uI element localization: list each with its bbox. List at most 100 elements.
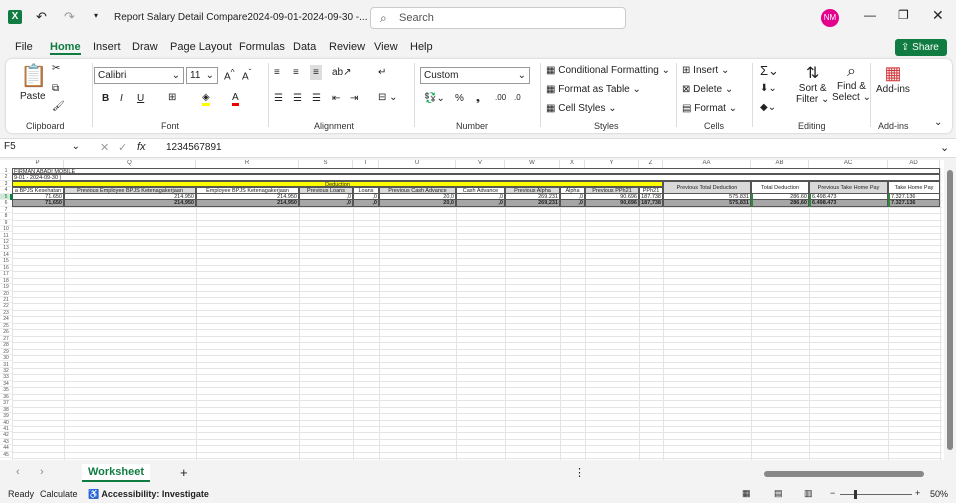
redo-icon[interactable]: ↷ bbox=[64, 9, 75, 25]
selected-cell[interactable] bbox=[10, 193, 13, 201]
zoom-level[interactable]: 50% bbox=[930, 489, 948, 499]
total-cell[interactable]: 575,831 bbox=[663, 200, 751, 207]
italic-button[interactable]: I bbox=[120, 93, 123, 104]
align-middle-icon[interactable]: ≡ bbox=[293, 67, 299, 78]
decrease-decimal-icon[interactable]: .0 bbox=[514, 93, 521, 102]
column-header[interactable]: T bbox=[353, 160, 379, 168]
tab-draw[interactable]: Draw bbox=[132, 41, 158, 53]
fill-icon[interactable]: ⬇⌄ bbox=[760, 83, 777, 94]
align-top-icon[interactable]: ≡ bbox=[274, 67, 280, 78]
wrap-text-icon[interactable]: ↵ bbox=[378, 67, 386, 78]
comma-style-icon[interactable]: ❟ bbox=[476, 93, 480, 104]
tab-formulas[interactable]: Formulas bbox=[239, 41, 285, 53]
font-size-select[interactable]: 11 ⌄ bbox=[186, 67, 218, 84]
tab-file[interactable]: File bbox=[15, 41, 33, 53]
cancel-icon[interactable]: ✕ bbox=[100, 141, 109, 154]
total-cell[interactable]: ,0 bbox=[299, 200, 353, 207]
sort-filter-button[interactable]: ⇅ Sort & Filter ⌄ bbox=[796, 63, 829, 105]
tab-page-layout[interactable]: Page Layout bbox=[170, 41, 232, 53]
restore-button[interactable]: ❐ bbox=[898, 8, 909, 22]
increase-decimal-icon[interactable]: .00 bbox=[495, 93, 506, 102]
find-select-button[interactable]: ⌕ Find & Select ⌄ bbox=[832, 63, 871, 103]
number-format-select[interactable]: Custom ⌄ bbox=[420, 67, 530, 84]
copy-icon[interactable]: ⧉ bbox=[52, 83, 59, 94]
total-cell[interactable]: ,0 bbox=[456, 200, 505, 207]
total-cell[interactable]: 269,231 bbox=[505, 200, 560, 207]
formula-input[interactable]: 1234567891 bbox=[166, 142, 222, 153]
tab-view[interactable]: View bbox=[374, 41, 398, 53]
total-cell[interactable]: 71,650 bbox=[12, 200, 64, 207]
total-cell[interactable]: 6.498.473 bbox=[809, 200, 888, 207]
font-color-icon[interactable]: A bbox=[232, 92, 239, 106]
expand-formula-icon[interactable]: ⌄ bbox=[940, 141, 949, 154]
borders-icon[interactable]: ⊞ bbox=[168, 92, 176, 103]
paste-icon[interactable]: 📋 bbox=[20, 63, 47, 89]
column-header-cell[interactable]: Take Home Pay bbox=[888, 180, 940, 194]
zoom-out-button[interactable]: − bbox=[830, 488, 835, 498]
align-center-icon[interactable]: ☰ bbox=[293, 93, 302, 104]
add-sheet-button[interactable]: + bbox=[180, 465, 188, 480]
column-header[interactable]: Q bbox=[64, 160, 196, 168]
decrease-indent-icon[interactable]: ⇤ bbox=[332, 93, 340, 104]
enter-icon[interactable]: ✓ bbox=[118, 141, 127, 154]
prev-sheet-icon[interactable]: ‹ bbox=[16, 466, 20, 478]
column-header[interactable]: P bbox=[12, 160, 64, 168]
increase-indent-icon[interactable]: ⇥ bbox=[350, 93, 358, 104]
minimize-button[interactable]: — bbox=[864, 8, 876, 22]
total-cell[interactable]: ,0 bbox=[560, 200, 585, 207]
vertical-scroll-thumb[interactable] bbox=[947, 170, 953, 450]
format-cells-button[interactable]: ▤ Format ⌄ bbox=[682, 103, 737, 114]
cell-styles-button[interactable]: ▦ Cell Styles ⌄ bbox=[546, 103, 617, 114]
paste-button[interactable]: Paste bbox=[20, 91, 46, 102]
align-bottom-icon[interactable]: ≡ bbox=[310, 65, 322, 80]
insert-function-button[interactable]: fx bbox=[137, 141, 146, 153]
insert-cells-button[interactable]: ⊞ Insert ⌄ bbox=[682, 65, 729, 76]
total-cell[interactable]: 214,950 bbox=[64, 200, 196, 207]
column-header[interactable]: AB bbox=[751, 160, 809, 168]
worksheet-grid[interactable]: P Q R S T U V W X Y Z AA AB AC AD 1 2 3 4 5 6 7 8 9 10 11 12 13 14 15… bbox=[0, 160, 944, 460]
accounting-format-icon[interactable]: 💱⌄ bbox=[424, 93, 445, 104]
column-header[interactable]: W bbox=[505, 160, 560, 168]
search-input[interactable]: ⌕ Search bbox=[370, 7, 626, 29]
tab-home[interactable]: Home bbox=[50, 41, 81, 55]
accessibility-button[interactable]: ♿ Accessibility: Investigate bbox=[88, 489, 209, 500]
column-header[interactable]: Y bbox=[585, 160, 639, 168]
row-header[interactable]: 45 bbox=[0, 452, 12, 459]
customize-qat-icon[interactable]: ▾ bbox=[94, 11, 98, 20]
total-cell[interactable]: 7.327.136 bbox=[888, 200, 940, 207]
cut-icon[interactable]: ✂ bbox=[52, 63, 60, 74]
merge-center-icon[interactable]: ⊟ ⌄ bbox=[378, 92, 398, 103]
column-header[interactable]: Z bbox=[639, 160, 663, 168]
page-break-view-icon[interactable]: ▥ bbox=[804, 488, 813, 499]
column-header[interactable]: S bbox=[299, 160, 353, 168]
tab-insert[interactable]: Insert bbox=[93, 41, 121, 53]
column-header-cell[interactable]: Total Deduction bbox=[751, 180, 809, 194]
delete-cells-button[interactable]: ⊠ Delete ⌄ bbox=[682, 84, 733, 95]
more-icon[interactable]: ⋮ bbox=[574, 466, 585, 479]
tab-data[interactable]: Data bbox=[293, 41, 316, 53]
orientation-icon[interactable]: ab↗ bbox=[332, 67, 352, 78]
sheet-tab-worksheet[interactable]: Worksheet bbox=[82, 464, 151, 482]
column-header-cell[interactable]: Previous Total Deduction bbox=[663, 180, 751, 194]
collapse-ribbon-icon[interactable]: ⌄ bbox=[934, 117, 942, 128]
column-header[interactable]: AA bbox=[663, 160, 751, 168]
total-cell[interactable]: 187,738 bbox=[639, 200, 663, 207]
tab-help[interactable]: Help bbox=[410, 41, 433, 53]
increase-font-icon[interactable]: A^ bbox=[224, 67, 235, 82]
avatar[interactable]: NM bbox=[821, 9, 839, 27]
align-left-icon[interactable]: ☰ bbox=[274, 93, 283, 104]
format-as-table-button[interactable]: ▦ Format as Table ⌄ bbox=[546, 84, 641, 95]
total-cell[interactable]: 90,696 bbox=[585, 200, 639, 207]
column-header[interactable]: U bbox=[379, 160, 456, 168]
page-layout-view-icon[interactable]: ▤ bbox=[774, 488, 783, 499]
underline-button[interactable]: U bbox=[137, 93, 144, 104]
next-sheet-icon[interactable]: › bbox=[40, 466, 44, 478]
fill-color-icon[interactable]: ◈ bbox=[202, 92, 210, 106]
column-header[interactable]: R bbox=[196, 160, 299, 168]
normal-view-icon[interactable]: ▦ bbox=[742, 488, 751, 499]
zoom-in-button[interactable]: + bbox=[915, 488, 920, 498]
calculate-button[interactable]: Calculate bbox=[40, 489, 78, 499]
clear-icon[interactable]: ◆⌄ bbox=[760, 102, 776, 113]
name-box[interactable]: F5 ⌄ bbox=[4, 141, 80, 156]
tab-review[interactable]: Review bbox=[329, 41, 365, 53]
